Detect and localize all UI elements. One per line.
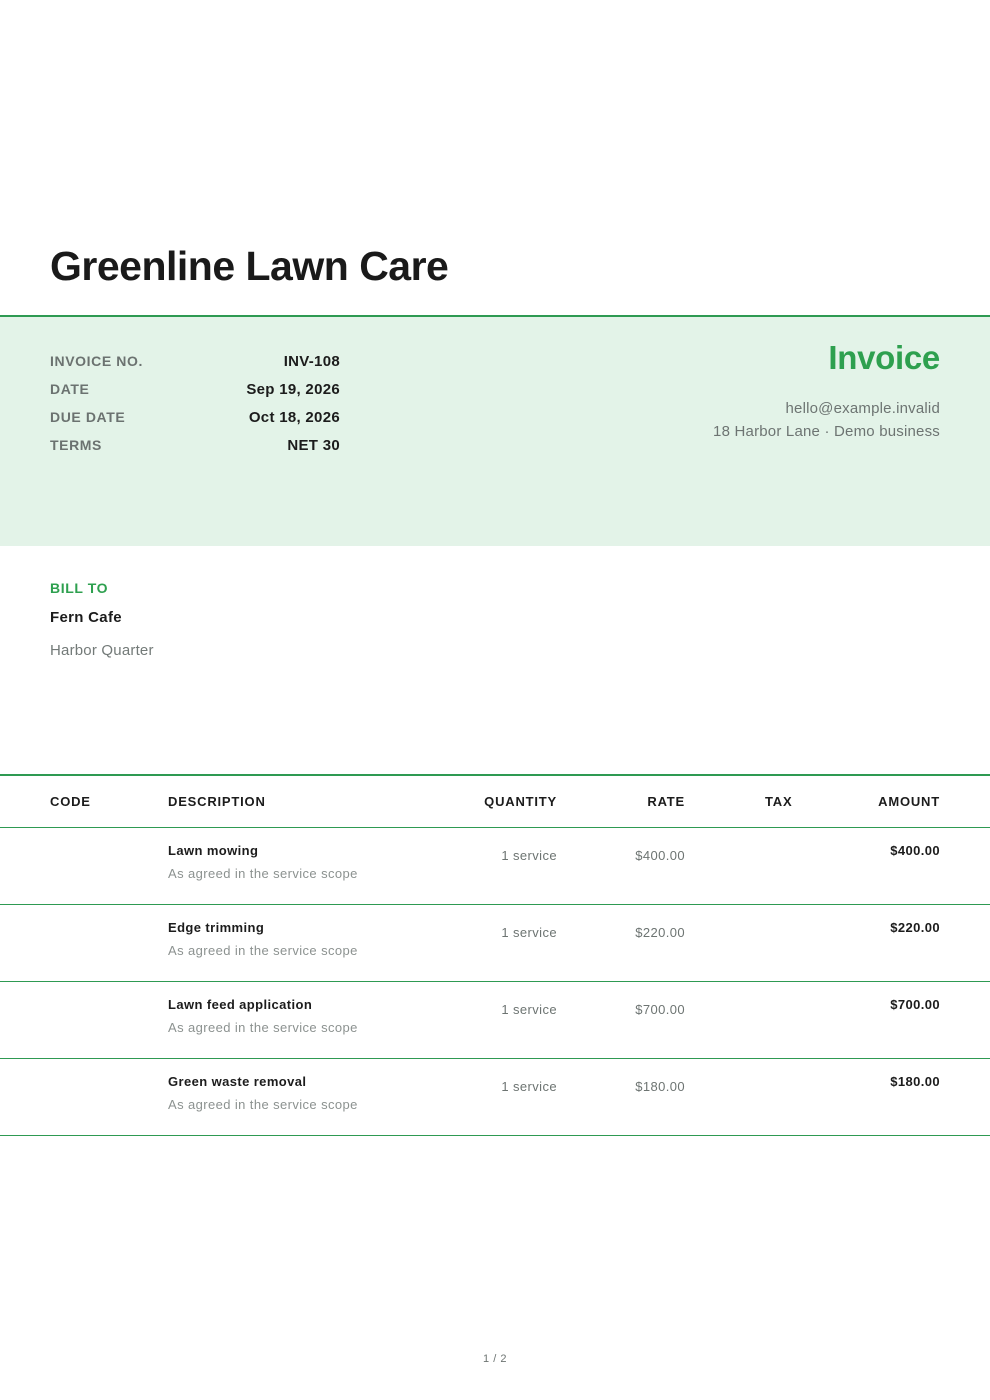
item-rate: $180.00 [635,1079,685,1094]
line-items-table: CODE DESCRIPTION QUANTITY RATE TAX AMOUN… [0,774,990,1136]
meta-value: INV-108 [283,352,340,370]
item-note: As agreed in the service scope [168,943,358,958]
meta-label: DUE DATE [50,409,126,425]
bill-to-section: BILL TO Fern Cafe Harbor Quarter [50,580,154,659]
bill-to-label: BILL TO [50,580,109,596]
meta-row-terms: TERMS NET 30 [50,431,340,459]
header-tax: TAX [765,794,793,809]
header-amount: AMOUNT [878,794,940,809]
company-name: Greenline Lawn Care [50,243,449,289]
meta-label: INVOICE NO. [50,353,143,369]
item-note: As agreed in the service scope [168,1020,358,1035]
sender-address: 18 Harbor Lane · Demo business [713,423,940,440]
document-title: Invoice [828,339,940,376]
invoice-header-band: INVOICE NO. INV-108 DATE Sep 19, 2026 DU… [0,315,990,546]
item-name: Lawn mowing [168,843,259,858]
item-quantity: 1 service [501,1079,557,1094]
item-rate: $220.00 [635,925,685,940]
meta-row-due-date: DUE DATE Oct 18, 2026 [50,403,340,431]
item-name: Lawn feed application [168,997,313,1012]
table-header: CODE DESCRIPTION QUANTITY RATE TAX AMOUN… [0,776,990,828]
header-code: CODE [50,794,91,809]
client-name: Fern Cafe [50,609,122,626]
header-rate: RATE [647,794,685,809]
item-amount: $400.00 [890,843,940,858]
table-row: Green waste removal As agreed in the ser… [0,1059,990,1136]
item-quantity: 1 service [501,848,557,863]
page-number: 1 / 2 [483,1353,507,1365]
sender-email: hello@example.invalid [785,400,940,417]
meta-label: DATE [50,381,90,397]
item-amount: $220.00 [890,920,940,935]
client-address: Harbor Quarter [50,642,154,659]
item-rate: $400.00 [635,848,685,863]
table-row: Lawn feed application As agreed in the s… [0,982,990,1059]
item-amount: $700.00 [890,997,940,1012]
item-amount: $180.00 [890,1074,940,1089]
table-row: Edge trimming As agreed in the service s… [0,905,990,982]
item-name: Edge trimming [168,920,265,935]
sender-info: hello@example.invalid 18 Harbor Lane · D… [713,397,940,443]
header-description: DESCRIPTION [168,794,266,809]
item-note: As agreed in the service scope [168,866,358,881]
meta-row-invoice-number: INVOICE NO. INV-108 [50,347,340,375]
header-quantity: QUANTITY [484,794,557,809]
meta-value: NET 30 [287,436,340,454]
meta-value: Sep 19, 2026 [246,380,340,398]
item-note: As agreed in the service scope [168,1097,358,1112]
meta-row-date: DATE Sep 19, 2026 [50,375,340,403]
item-quantity: 1 service [501,925,557,940]
meta-value: Oct 18, 2026 [248,408,340,426]
meta-label: TERMS [50,437,102,453]
table-row: Lawn mowing As agreed in the service sco… [0,828,990,905]
item-quantity: 1 service [501,1002,557,1017]
item-rate: $700.00 [635,1002,685,1017]
invoice-meta: INVOICE NO. INV-108 DATE Sep 19, 2026 DU… [50,347,340,459]
item-name: Green waste removal [168,1074,307,1089]
